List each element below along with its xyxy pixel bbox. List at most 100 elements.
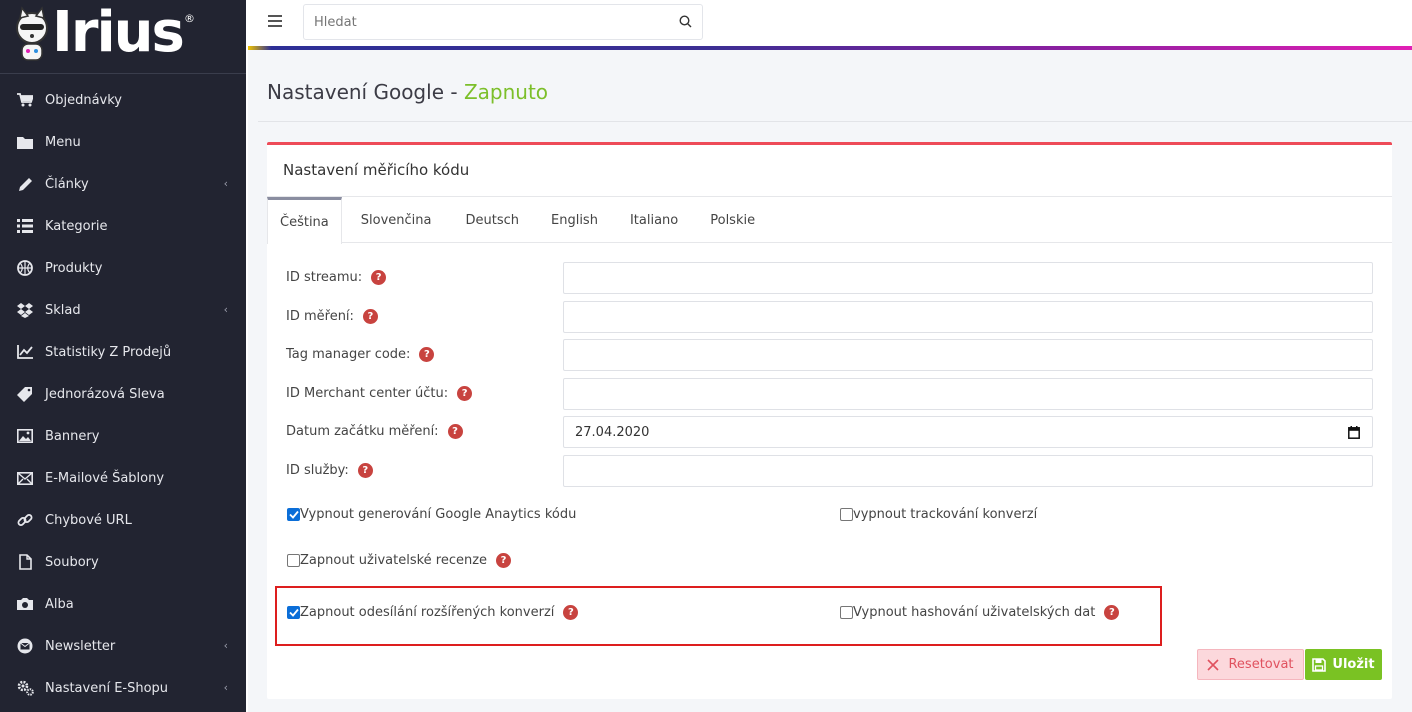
sidebar-item-label: Menu xyxy=(45,134,81,150)
basketball-icon xyxy=(16,259,34,277)
chevron-left-icon: ‹ xyxy=(223,177,228,190)
field-label-text: ID streamu: xyxy=(286,270,363,285)
registered-mark: ® xyxy=(184,12,195,25)
sidebar-item-label: Statistiky Z Prodejů xyxy=(45,344,172,360)
sidebar-item-objednavky[interactable]: Objednávky xyxy=(0,79,246,121)
tab-cestina[interactable]: Čeština xyxy=(267,197,342,244)
sidebar-item-produkty[interactable]: Produkty xyxy=(0,247,246,289)
sidebar-item-menu[interactable]: Menu xyxy=(0,121,246,163)
sidebar-divider xyxy=(246,0,248,712)
enable-reviews-checkbox-row: Zapnout uživatelské recenze ? xyxy=(287,553,512,568)
chevron-left-icon: ‹ xyxy=(223,639,228,652)
start-date-input[interactable]: 27.04.2020 xyxy=(563,416,1373,448)
field-row-measurement: ID měření:? xyxy=(286,301,1373,333)
calendar-icon[interactable] xyxy=(1348,426,1360,439)
tab-english[interactable]: English xyxy=(535,197,614,243)
sidebar-item-chybove-url[interactable]: Chybové URL xyxy=(0,499,246,541)
tag-manager-input[interactable] xyxy=(563,339,1373,371)
sidebar-item-label: Soubory xyxy=(45,554,99,570)
measurement-id-input[interactable] xyxy=(563,301,1373,333)
page-title: Nastavení Google - Zapnuto xyxy=(267,80,548,104)
file-icon xyxy=(16,553,34,571)
sidebar-item-sleva[interactable]: Jednorázová Sleva xyxy=(0,373,246,415)
logo-text: Irius xyxy=(52,0,185,65)
help-icon[interactable]: ? xyxy=(447,424,463,439)
disable-ga-checkbox[interactable] xyxy=(287,508,300,521)
save-button[interactable]: Uložit xyxy=(1305,649,1382,680)
search-input[interactable] xyxy=(304,5,664,39)
link-icon xyxy=(16,511,34,529)
service-id-input[interactable] xyxy=(563,455,1373,487)
help-icon[interactable]: ? xyxy=(362,309,378,324)
header-divider xyxy=(258,121,1412,122)
field-row-date: Datum začátku měření:? 27.04.2020 xyxy=(286,416,1373,448)
sidebar: Irius ® Objednávky Menu Články ‹ Kategor… xyxy=(0,0,246,712)
folder-icon xyxy=(16,133,34,151)
field-row-service: ID služby:? xyxy=(286,455,1373,487)
sidebar-item-label: Bannery xyxy=(45,428,100,444)
save-label: Uložit xyxy=(1332,657,1375,672)
field-row-tag-manager: Tag manager code:? xyxy=(286,339,1373,371)
field-label-text: ID měření: xyxy=(286,309,354,324)
search-icon[interactable] xyxy=(679,15,692,28)
close-icon xyxy=(1207,658,1220,671)
checkbox-label: Vypnout generování Google Anaytics kódu xyxy=(300,507,577,522)
help-icon[interactable]: ? xyxy=(457,386,473,401)
sidebar-item-label: Objednávky xyxy=(45,92,123,108)
chevron-left-icon: ‹ xyxy=(223,303,228,316)
enable-reviews-checkbox[interactable] xyxy=(287,554,300,567)
sidebar-item-sablony[interactable]: E-Mailové Šablony xyxy=(0,457,246,499)
dropbox-icon xyxy=(16,301,34,319)
sidebar-item-sklad[interactable]: Sklad ‹ xyxy=(0,289,246,331)
accent-gradient-bar xyxy=(248,46,1412,50)
date-value: 27.04.2020 xyxy=(575,424,650,440)
field-label-text: ID Merchant center účtu: xyxy=(286,386,449,401)
sidebar-item-label: Chybové URL xyxy=(45,512,132,528)
cogs-icon xyxy=(16,679,34,697)
disable-conversion-checkbox[interactable] xyxy=(840,508,853,521)
field-label: ID Merchant center účtu:? xyxy=(286,386,473,401)
sidebar-item-clanky[interactable]: Články ‹ xyxy=(0,163,246,205)
field-row-merchant: ID Merchant center účtu:? xyxy=(286,378,1373,410)
page-status: Zapnuto xyxy=(463,80,549,104)
help-icon[interactable]: ? xyxy=(419,347,435,362)
sidebar-item-label: E-Mailové Šablony xyxy=(45,470,165,486)
disable-conversion-checkbox-row: vypnout trackování konverzí xyxy=(840,507,1037,522)
sidebar-item-label: Alba xyxy=(45,596,74,612)
logo[interactable]: Irius ® xyxy=(0,0,246,74)
sidebar-item-kategorie[interactable]: Kategorie xyxy=(0,205,246,247)
search-box xyxy=(303,4,703,40)
reset-button[interactable]: Resetovat xyxy=(1197,649,1304,680)
tab-italiano[interactable]: Italiano xyxy=(614,197,694,243)
tab-deutsch[interactable]: Deutsch xyxy=(449,197,535,243)
page-title-text: Nastavení Google - xyxy=(267,80,464,104)
camera-icon xyxy=(16,595,34,613)
sidebar-item-statistiky[interactable]: Statistiky Z Prodejů xyxy=(0,331,246,373)
sidebar-item-label: Články xyxy=(45,176,89,192)
sidebar-item-newsletter[interactable]: Newsletter ‹ xyxy=(0,625,246,667)
tab-polskie[interactable]: Polskie xyxy=(694,197,771,243)
help-icon[interactable]: ? xyxy=(371,270,387,285)
sidebar-item-soubory[interactable]: Soubory xyxy=(0,541,246,583)
sidebar-item-alba[interactable]: Alba xyxy=(0,583,246,625)
hamburger-menu-icon[interactable] xyxy=(268,15,282,27)
mascot-icon xyxy=(16,6,48,61)
field-label: Datum začátku měření:? xyxy=(286,424,463,439)
checkbox-label: vypnout trackování konverzí xyxy=(853,507,1038,522)
field-label-text: Tag manager code: xyxy=(286,347,411,362)
stream-id-input[interactable] xyxy=(563,262,1373,294)
pencil-icon xyxy=(16,175,34,193)
sidebar-item-nastaveni-eshopu[interactable]: Nastavení E-Shopu ‹ xyxy=(0,667,246,709)
topbar xyxy=(248,0,1412,46)
field-label: ID streamu:? xyxy=(286,270,387,285)
checkbox-label: Zapnout uživatelské recenze xyxy=(300,553,488,568)
sidebar-item-label: Kategorie xyxy=(45,218,108,234)
field-row-stream: ID streamu:? xyxy=(286,262,1373,294)
cart-icon xyxy=(16,91,34,109)
help-icon[interactable]: ? xyxy=(357,463,373,478)
help-icon[interactable]: ? xyxy=(496,553,512,568)
tab-slovencina[interactable]: Slovenčina xyxy=(342,197,450,243)
merchant-center-input[interactable] xyxy=(563,378,1373,410)
sidebar-item-bannery[interactable]: Bannery xyxy=(0,415,246,457)
card-title: Nastavení měřicího kódu xyxy=(283,161,470,179)
